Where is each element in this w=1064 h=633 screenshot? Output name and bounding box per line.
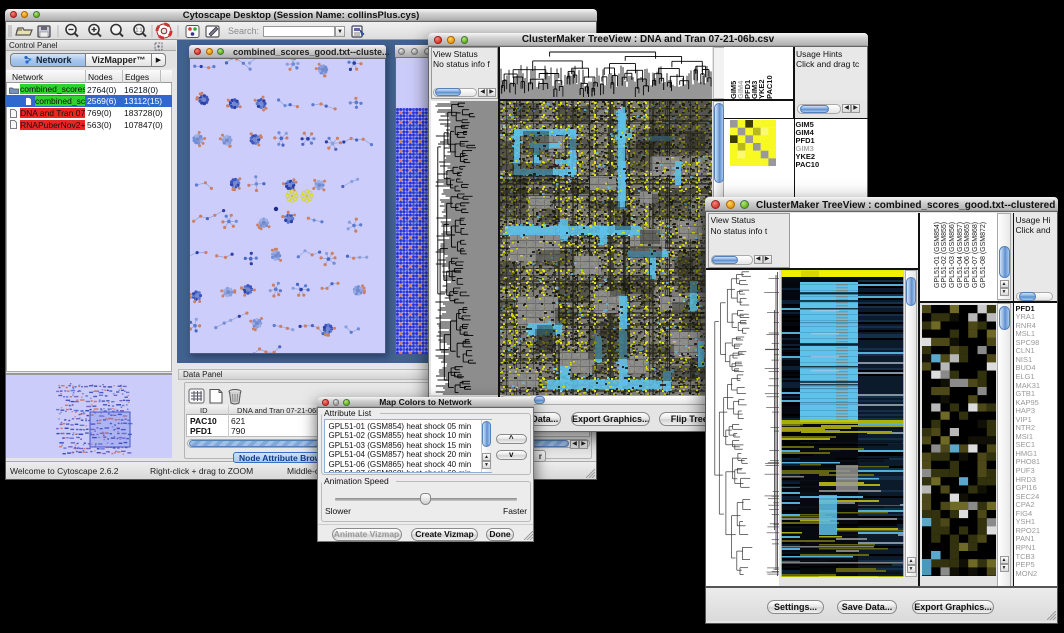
svg-text:1:1: 1:1 bbox=[136, 27, 143, 33]
svg-text:Search:: Search: bbox=[228, 26, 259, 36]
